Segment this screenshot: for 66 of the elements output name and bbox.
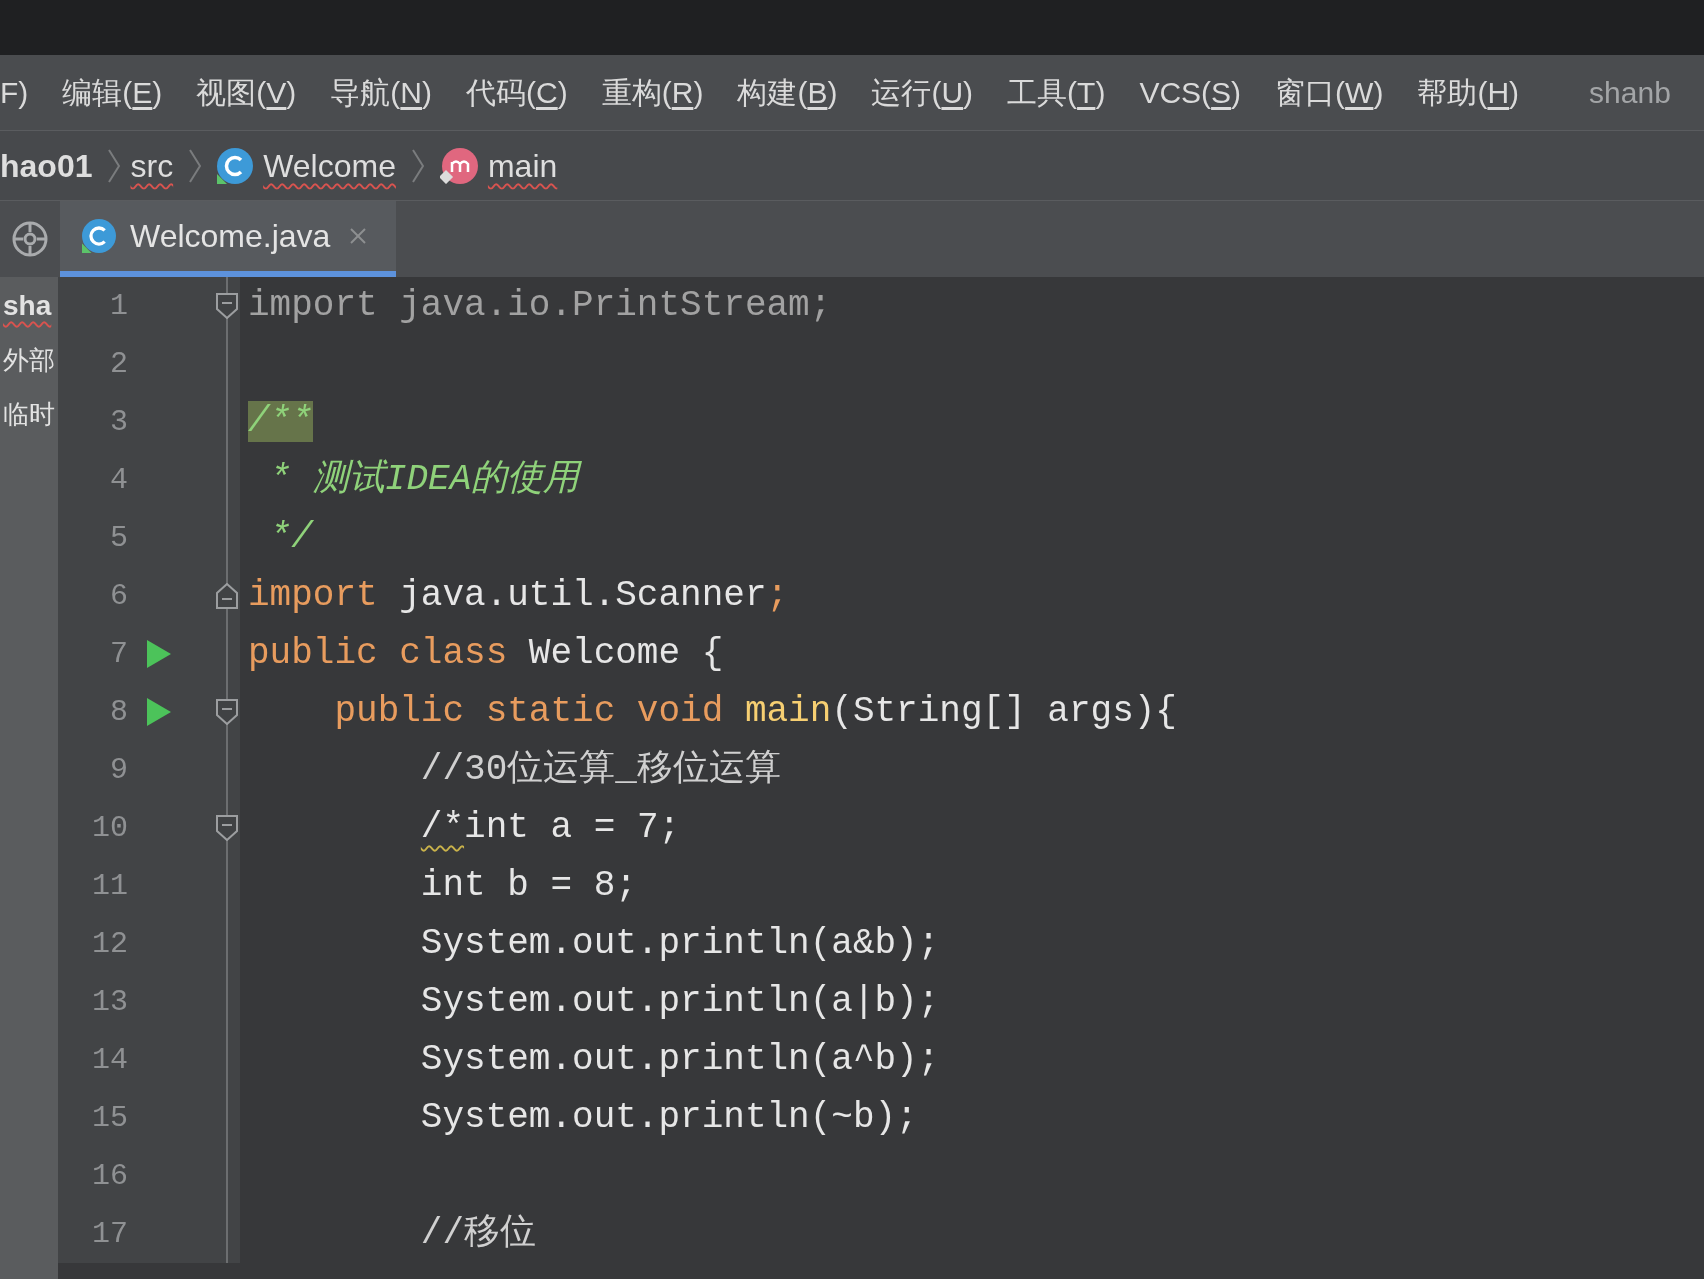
line-number: 7 <box>109 635 128 673</box>
menu-item[interactable]: 视图(V) <box>196 70 297 115</box>
code-line: import java.util.Scanner; <box>248 574 789 618</box>
breadcrumb-item[interactable]: hao01 <box>0 141 93 190</box>
project-tree-item[interactable]: sha <box>0 279 58 333</box>
line-number: 17 <box>91 1215 128 1253</box>
chevron-icon <box>108 148 121 183</box>
line-number: 1 <box>109 287 128 325</box>
code-line: System.out.println(a&b); <box>420 922 940 966</box>
run-icon[interactable] <box>147 640 171 668</box>
project-tree-item[interactable]: 临时 <box>0 387 58 441</box>
menu-item[interactable]: 重构(R) <box>601 70 704 115</box>
crosshair-icon[interactable] <box>12 221 48 257</box>
run-icon[interactable] <box>147 698 171 726</box>
chevron-icon <box>411 148 424 183</box>
fold-icon[interactable] <box>216 293 238 319</box>
project-tree-item[interactable]: 外部 <box>0 333 58 387</box>
editor-tab[interactable]: Welcome.java <box>60 201 397 277</box>
menu-item[interactable]: 代码(C) <box>466 70 568 115</box>
menu-item[interactable]: F) <box>0 70 29 115</box>
code-line: System.out.println(~b); <box>420 1096 918 1140</box>
fold-icon[interactable] <box>216 815 238 841</box>
code-line: //移位 <box>420 1212 537 1256</box>
line-number: 8 <box>109 693 128 731</box>
line-number: 13 <box>91 983 128 1021</box>
code-line: System.out.println(a^b); <box>420 1038 940 1082</box>
line-number: 10 <box>91 809 128 847</box>
line-number: 11 <box>91 867 128 905</box>
line-number: 12 <box>91 925 128 963</box>
line-number: 6 <box>109 577 128 615</box>
class-icon <box>82 219 116 253</box>
menu-item[interactable]: 构建(B) <box>737 70 838 115</box>
menu-item[interactable]: VCS(S) <box>1139 70 1242 115</box>
method-icon <box>439 147 478 184</box>
line-number: 15 <box>91 1099 128 1137</box>
project-title: shanb <box>1589 75 1671 111</box>
code-line: System.out.println(a|b); <box>420 980 940 1024</box>
menu-item[interactable]: 导航(N) <box>330 70 433 115</box>
line-number: 9 <box>109 751 128 789</box>
line-number: 3 <box>109 403 128 441</box>
menu-item[interactable]: 工具(T) <box>1007 70 1106 115</box>
menu-item[interactable]: 运行(U) <box>871 70 974 115</box>
code-line: * 测试IDEA的使用 <box>269 458 580 502</box>
code-line: int b = 8; <box>420 864 637 908</box>
breadcrumb-item[interactable]: Welcome <box>263 141 396 190</box>
close-icon[interactable] <box>350 228 367 244</box>
line-number: 16 <box>91 1157 128 1195</box>
line-number: 14 <box>91 1041 128 1079</box>
code-line: import java.io.PrintStream; <box>248 284 832 328</box>
menu-item[interactable]: 编辑(E) <box>62 70 163 115</box>
code-line: public class Welcome { <box>248 632 724 676</box>
fold-icon[interactable] <box>216 699 238 725</box>
breadcrumb-item[interactable]: src <box>130 141 174 190</box>
code-line: public static void main(String[] args){ <box>334 690 1177 734</box>
line-number: 2 <box>109 345 128 383</box>
line-number: 4 <box>109 461 128 499</box>
fold-icon[interactable] <box>216 583 238 609</box>
breadcrumb-item[interactable]: main <box>487 141 558 190</box>
menu-item[interactable]: 窗口(W) <box>1275 70 1384 115</box>
menu-item[interactable]: 帮助(H) <box>1417 70 1520 115</box>
line-number: 5 <box>109 519 128 557</box>
code-line: */ <box>269 516 313 560</box>
chevron-icon <box>189 148 202 183</box>
code-line: //30位运算_移位运算 <box>420 748 781 792</box>
class-icon <box>217 147 254 184</box>
code-line: /*int a = 7; <box>420 806 681 850</box>
